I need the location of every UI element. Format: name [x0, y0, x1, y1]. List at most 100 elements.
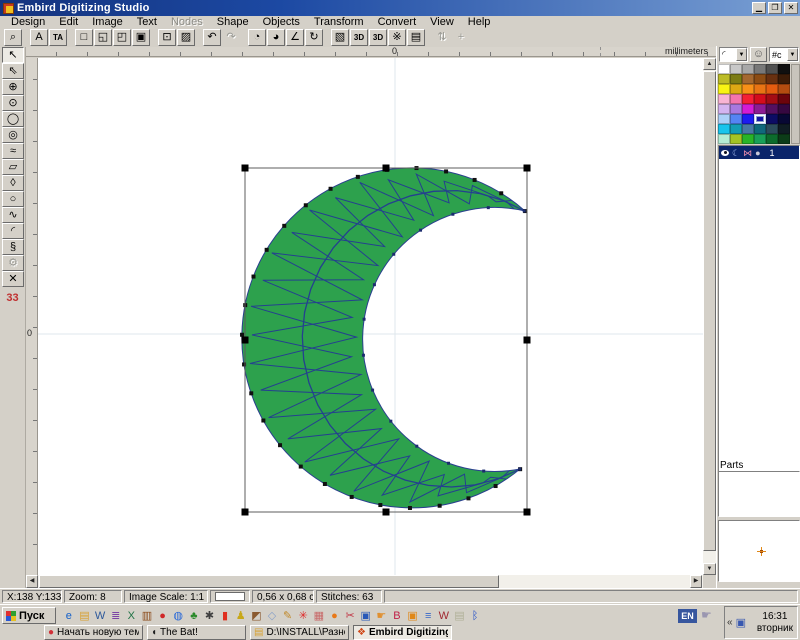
view-3d-button[interactable]: 3D — [350, 29, 368, 46]
palette-swatch-r4c6[interactable] — [778, 94, 790, 104]
palette-swatch-r8c4[interactable] — [754, 134, 766, 144]
palette-swatch-r1c3[interactable] — [742, 64, 754, 74]
rotate-tool-button[interactable]: ↻ — [305, 29, 323, 46]
palette-swatch-r1c5[interactable] — [766, 64, 778, 74]
palette-swatch-r1c2[interactable] — [730, 64, 742, 74]
palette-swatch-r4c4[interactable] — [754, 94, 766, 104]
scroll-right-button[interactable]: ▶ — [690, 575, 702, 588]
tool-manual-shape[interactable]: ○ — [2, 191, 24, 207]
stitch-gauge-button[interactable]: ◔ — [248, 29, 266, 46]
palette-swatch-r3c4[interactable] — [754, 84, 766, 94]
scroll-left-button[interactable]: ◀ — [26, 575, 38, 588]
sewing-simulator-button[interactable]: ▤ — [407, 29, 425, 46]
quick-launch-icon-1[interactable]: e — [62, 609, 76, 623]
quick-launch-icon-10[interactable]: ✱ — [203, 609, 217, 623]
menu-convert[interactable]: Convert — [371, 16, 424, 28]
palette-swatch-r7c5[interactable] — [766, 124, 778, 134]
language-indicator[interactable]: EN — [678, 609, 697, 623]
scroll-down-button[interactable]: ▼ — [703, 563, 716, 575]
curve-style-dropdown[interactable]: ◜ ▼ — [719, 47, 748, 62]
quick-launch-icon-13[interactable]: ◩ — [250, 609, 264, 623]
open-design-button[interactable]: ◱ — [94, 29, 112, 46]
palette-swatch-r8c2[interactable] — [730, 134, 742, 144]
quick-launch-icon-17[interactable]: ▦ — [312, 609, 326, 623]
design-canvas[interactable] — [38, 58, 703, 575]
quick-launch-icon-15[interactable]: ✎ — [281, 609, 295, 623]
palette-swatch-r3c5[interactable] — [766, 84, 778, 94]
palette-swatch-r8c6[interactable] — [778, 134, 790, 144]
palette-swatch-r7c3[interactable] — [742, 124, 754, 134]
design-properties-button[interactable]: ☺ — [750, 47, 767, 62]
palette-swatch-r3c3[interactable] — [742, 84, 754, 94]
selection-handle[interactable] — [524, 337, 531, 344]
import-design-button[interactable]: ◰ — [113, 29, 131, 46]
quick-launch-icon-11[interactable]: ▮ — [218, 609, 232, 623]
quick-launch-icon-19[interactable]: ✂ — [343, 609, 357, 623]
speed-gauge-button[interactable]: ◕ — [267, 29, 285, 46]
network-tray-icon[interactable]: ▣ — [736, 616, 746, 629]
selection-handle[interactable] — [524, 509, 531, 516]
tool-edit-nodes[interactable]: ⇖ — [2, 63, 24, 79]
paste-button[interactable]: ▨ — [177, 29, 195, 46]
palette-swatch-r2c4[interactable] — [754, 74, 766, 84]
view-3d-grid-button[interactable]: 3D — [369, 29, 387, 46]
quick-launch-icon-16[interactable]: ✳ — [296, 609, 310, 623]
visibility-eye-icon[interactable] — [721, 150, 729, 156]
palette-swatch-r1c6[interactable] — [778, 64, 790, 74]
menu-edit[interactable]: Edit — [52, 16, 85, 28]
copy-button[interactable]: ⊡ — [158, 29, 176, 46]
menu-shape[interactable]: Shape — [210, 16, 256, 28]
menu-image[interactable]: Image — [85, 16, 130, 28]
quick-launch-icon-18[interactable]: ● — [328, 609, 342, 623]
vertical-scroll-thumb[interactable] — [703, 71, 716, 551]
hoop-3d-button[interactable]: ▧ — [331, 29, 349, 46]
tool-arc-shape[interactable]: ◜ — [2, 223, 24, 239]
palette-swatch-r4c2[interactable] — [730, 94, 742, 104]
tool-outline-shape[interactable]: § — [2, 239, 24, 255]
chevron-down-icon[interactable]: ▼ — [787, 48, 798, 61]
selection-handle[interactable] — [524, 165, 531, 172]
quick-launch-icon-12[interactable]: ♟ — [234, 609, 248, 623]
tool-wave-stitches[interactable]: ≈ — [2, 143, 24, 159]
quick-launch-icon-6[interactable]: ▥ — [140, 609, 154, 623]
tool-carved-shape[interactable]: ◊ — [2, 175, 24, 191]
lettering-button[interactable]: A — [30, 29, 48, 46]
palette-swatch-r7c2[interactable] — [730, 124, 742, 134]
pattern-dropdown[interactable]: #c ▼ — [769, 47, 799, 62]
tool-zoom-1-1[interactable]: ⊙ — [2, 95, 24, 111]
quick-launch-icon-23[interactable]: ▣ — [406, 609, 420, 623]
quick-launch-icon-22[interactable]: B — [390, 609, 404, 623]
palette-swatch-r1c1[interactable] — [718, 64, 730, 74]
palette-swatch-r8c5[interactable] — [766, 134, 778, 144]
object-list-row[interactable]: ☾ ⋈ ● 1 — [719, 146, 799, 159]
quick-launch-icon-26[interactable]: ▤ — [453, 609, 467, 623]
menu-text[interactable]: Text — [130, 16, 164, 28]
tool-fill-shape[interactable]: ◯ — [2, 111, 24, 127]
tray-expand-chevron[interactable]: « — [727, 617, 733, 628]
tool-remove-overlap[interactable]: ✕ — [2, 271, 24, 287]
selection-handle[interactable] — [383, 165, 390, 172]
palette-swatch-r3c2[interactable] — [730, 84, 742, 94]
palette-swatch-r2c5[interactable] — [766, 74, 778, 84]
tool-zigzag-stitches[interactable]: ∿ — [2, 207, 24, 223]
quick-launch-icon-24[interactable]: ≡ — [421, 609, 435, 623]
taskbar-window-1[interactable]: ●Начать новую тему :: B... — [44, 625, 143, 640]
bitmap-viewer-button[interactable]: ⌕ — [4, 29, 22, 46]
quick-launch-icon-8[interactable]: ◍ — [171, 609, 185, 623]
menu-design[interactable]: Design — [4, 16, 52, 28]
tool-zoom[interactable]: ⊕ — [2, 79, 24, 95]
palette-swatch-r3c6[interactable] — [778, 84, 790, 94]
quick-launch-icon-5[interactable]: X — [125, 609, 139, 623]
parts-list[interactable] — [718, 471, 800, 517]
palette-swatch-r6c2[interactable] — [730, 114, 742, 124]
horizontal-scrollbar[interactable]: ◀ ▶ — [26, 575, 703, 588]
start-button[interactable]: Пуск — [2, 607, 56, 624]
palette-scrollbar[interactable] — [791, 64, 800, 144]
close-button[interactable]: ✕ — [784, 2, 798, 14]
menu-help[interactable]: Help — [461, 16, 498, 28]
scroll-up-button[interactable]: ▲ — [703, 58, 716, 70]
palette-swatch-r5c5[interactable] — [766, 104, 778, 114]
quick-launch-icon-21[interactable]: ☛ — [375, 609, 389, 623]
save-design-button[interactable]: ▣ — [132, 29, 150, 46]
new-design-button[interactable]: □ — [75, 29, 93, 46]
